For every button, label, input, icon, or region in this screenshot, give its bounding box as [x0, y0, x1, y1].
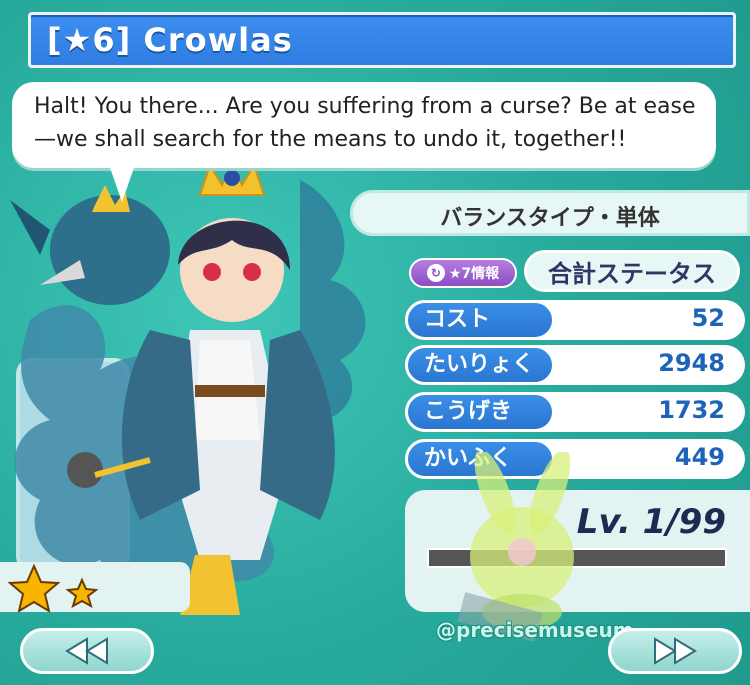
carbuncle-mascot-icon	[457, 452, 574, 642]
stat-row-cost: コスト 52	[405, 300, 745, 340]
card-detail-screen: [★6] Crowlas Halt! You there... Are you …	[0, 0, 750, 685]
stat-row-hp: たいりょく 2948	[405, 345, 745, 385]
star7-info-label: ★7情報	[448, 266, 500, 282]
stat-row-attack: こうげき 1732	[405, 392, 745, 432]
type-pill: バランスタイプ・単体	[350, 190, 750, 236]
dialogue-bubble-tail	[108, 162, 136, 202]
stat-label: たいりょく	[405, 345, 555, 385]
previous-card-button[interactable]	[20, 628, 154, 674]
stat-value: 2948	[658, 349, 725, 377]
stat-value: 449	[674, 443, 725, 471]
star-icon	[7, 563, 61, 614]
type-label: バランスタイプ・単体	[440, 206, 660, 231]
star7-info-button[interactable]: ↻ ★7情報	[409, 258, 517, 288]
total-status-tab[interactable]: 合計ステータス	[524, 250, 740, 292]
rarity-stars	[7, 563, 99, 614]
title-bar: [★6] Crowlas	[28, 12, 736, 68]
stat-value: 1732	[658, 396, 725, 424]
dialogue-bubble: Halt! You there... Are you suffering fro…	[12, 82, 716, 168]
refresh-icon: ↻	[426, 264, 445, 282]
stat-label: コスト	[405, 300, 555, 340]
stat-value: 52	[691, 304, 725, 332]
rarity-strip	[0, 562, 190, 614]
watermark: @precisemuseum	[436, 618, 634, 642]
double-chevron-right-icon	[654, 637, 697, 665]
next-card-button[interactable]	[608, 628, 742, 674]
stat-label: こうげき	[405, 392, 555, 432]
double-chevron-left-icon	[65, 637, 108, 665]
card-title: [★6] Crowlas	[47, 21, 293, 59]
dialogue-text: Halt! You there... Are you suffering fro…	[34, 94, 696, 152]
small-star-icon	[65, 577, 99, 609]
